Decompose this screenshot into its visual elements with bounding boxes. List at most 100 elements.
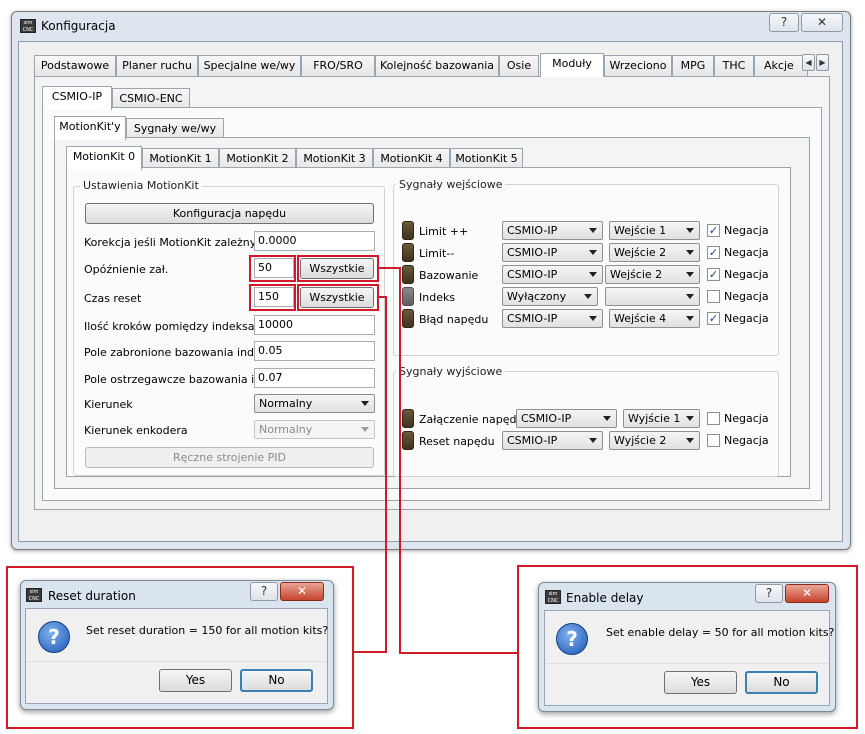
tab-wrzeciono[interactable]: Wrzeciono: [604, 55, 672, 76]
select-value: Wejście 4: [614, 312, 667, 325]
tab-specjalne-we-wy[interactable]: Specjalne we/wy: [198, 55, 301, 76]
tab-motionkit-2[interactable]: MotionKit 2: [219, 148, 296, 169]
close-button[interactable]: ✕: [801, 13, 843, 32]
tab-motionkit-1[interactable]: MotionKit 1: [142, 148, 219, 169]
tab-csmio-ip[interactable]: CSMIO-IP: [42, 86, 112, 110]
tab-motionkit-3[interactable]: MotionKit 3: [296, 148, 373, 169]
output-signal-name: Reset napędu: [419, 435, 495, 448]
homing-negation-checkbox[interactable]: ✓: [707, 268, 720, 281]
negation-label: Negacja: [724, 312, 769, 325]
label-encoder-direction: Kierunek enkodera: [84, 424, 188, 437]
highlight-enable-delay-field: [249, 255, 296, 282]
forbidden-zone-field[interactable]: 0.05: [254, 341, 375, 361]
homing-pin-select[interactable]: Wejście 2: [605, 265, 700, 284]
manual-pid-tuning-button[interactable]: Ręczne strojenie PID: [85, 447, 374, 468]
chevron-down-icon: [686, 272, 694, 277]
tab-sygnaly-we-wy[interactable]: Sygnały we/wy: [126, 118, 224, 139]
chevron-down-icon: [686, 228, 694, 233]
connector-line: [354, 651, 387, 653]
select-value: CSMIO-IP: [521, 412, 572, 425]
question-icon: ?: [556, 623, 588, 655]
tab-kolejnosc-bazowania[interactable]: Kolejność bazowania: [375, 55, 499, 76]
drive-fault-pin-select[interactable]: Wejście 4: [609, 309, 700, 328]
select-value: Wyjście 1: [628, 412, 681, 425]
limit-minus-device-select[interactable]: CSMIO-IP: [502, 243, 603, 262]
direction-select[interactable]: Normalny: [254, 394, 375, 413]
chevron-down-icon: [686, 316, 694, 321]
input-signals-title: Sygnały wejściowe: [396, 178, 506, 191]
label-enable-delay: Opóźnienie zał.: [84, 263, 169, 276]
drive-enable-negation-checkbox[interactable]: [707, 412, 720, 425]
select-value: Wyłączony: [507, 290, 567, 303]
index-pin-select[interactable]: [605, 287, 700, 306]
chevron-down-icon: [686, 250, 694, 255]
drive-reset-pin-select[interactable]: Wyjście 2: [609, 431, 700, 450]
reset-dialog-close-button[interactable]: ✕: [280, 582, 324, 601]
warning-zone-field[interactable]: 0.07: [254, 368, 375, 388]
select-value: Wejście 2: [614, 246, 667, 259]
highlight-reset-time-button: [297, 284, 379, 311]
index-device-select[interactable]: Wyłączony: [502, 287, 598, 306]
tab-scroll-left-button[interactable]: ◀: [802, 54, 815, 71]
negation-label: Negacja: [724, 434, 769, 447]
chevron-down-icon: [361, 401, 369, 406]
limit-plus-pin-select[interactable]: Wejście 1: [609, 221, 700, 240]
homing-indicator-icon: [402, 265, 414, 284]
enable-dialog-close-button[interactable]: ✕: [785, 584, 829, 603]
drive-reset-negation-checkbox[interactable]: [707, 434, 720, 447]
tab-motionkit-5[interactable]: MotionKit 5: [450, 148, 523, 169]
label-warning-zone: Pole ostrzegawcze bazowania ind.: [84, 373, 272, 386]
drive-enable-device-select[interactable]: CSMIO-IP: [516, 409, 617, 428]
tab-scroll-right-button[interactable]: ▶: [816, 54, 829, 71]
reset-dialog-title: Reset duration: [48, 589, 136, 603]
tab-motionkit-4[interactable]: MotionKit 4: [373, 148, 450, 169]
reset-dialog-help-button[interactable]: ?: [250, 582, 278, 601]
drive-fault-negation-checkbox[interactable]: ✓: [707, 312, 720, 325]
homing-device-select[interactable]: CSMIO-IP: [502, 265, 603, 284]
tab-akcje[interactable]: Akcje: [754, 55, 808, 76]
limit-minus-negation-checkbox[interactable]: ✓: [707, 246, 720, 259]
connector-line: [399, 652, 518, 654]
tab-planer-ruchu[interactable]: Planer ruchu: [116, 55, 198, 76]
index-negation-checkbox[interactable]: [707, 290, 720, 303]
enable-dialog-no-button[interactable]: No: [745, 671, 818, 694]
select-value: CSMIO-IP: [507, 312, 558, 325]
enable-dialog-help-button[interactable]: ?: [755, 584, 783, 603]
tab-motionkit-0[interactable]: MotionKit 0: [66, 146, 142, 170]
limit-minus-pin-select[interactable]: Wejście 2: [609, 243, 700, 262]
tab-fro-sro[interactable]: FRO/SRO: [301, 55, 375, 76]
drive-enable-pin-select[interactable]: Wyjście 1: [623, 409, 700, 428]
chevron-down-icon: [584, 294, 592, 299]
correction-field[interactable]: 0.0000: [254, 231, 375, 251]
encoder-direction-select[interactable]: Normalny: [254, 420, 375, 439]
output-signal-row: Reset napędu CSMIO-IP Wyjście 2 Negacja: [402, 431, 774, 451]
tab-podstawowe[interactable]: Podstawowe: [34, 55, 116, 76]
enable-dialog-yes-button[interactable]: Yes: [664, 671, 737, 694]
reset-dialog-no-button[interactable]: No: [240, 669, 313, 692]
select-value: Wyjście 2: [614, 434, 667, 447]
drive-reset-indicator-icon: [402, 431, 414, 450]
tab-csmio-enc[interactable]: CSMIO-ENC: [112, 88, 190, 109]
connector-line: [379, 267, 401, 269]
tab-moduly[interactable]: Moduły: [540, 53, 604, 77]
drive-reset-device-select[interactable]: CSMIO-IP: [502, 431, 603, 450]
limit-minus-indicator-icon: [402, 243, 414, 262]
limit-plus-negation-checkbox[interactable]: ✓: [707, 224, 720, 237]
steps-between-index-field[interactable]: 10000: [254, 315, 375, 335]
chevron-down-icon: [686, 438, 694, 443]
tab-osie[interactable]: Osie: [499, 55, 539, 76]
select-value: Wejście 2: [610, 268, 663, 281]
input-signal-name: Błąd napędu: [419, 313, 489, 326]
reset-dialog-yes-button[interactable]: Yes: [159, 669, 232, 692]
tab-motionkits[interactable]: MotionKit'y: [54, 116, 126, 140]
input-signal-row: Bazowanie CSMIO-IP Wejście 2 ✓ Negacja: [402, 265, 774, 285]
tab-mpg[interactable]: MPG: [672, 55, 714, 76]
tab-thc[interactable]: THC: [714, 55, 754, 76]
help-button[interactable]: ?: [769, 13, 799, 32]
drive-config-button[interactable]: Konfiguracja napędu: [85, 203, 374, 224]
limit-plus-device-select[interactable]: CSMIO-IP: [502, 221, 603, 240]
drive-fault-device-select[interactable]: CSMIO-IP: [502, 309, 603, 328]
connector-line: [399, 267, 401, 654]
select-value: CSMIO-IP: [507, 224, 558, 237]
output-signal-name: Załączenie napędu: [419, 413, 524, 426]
